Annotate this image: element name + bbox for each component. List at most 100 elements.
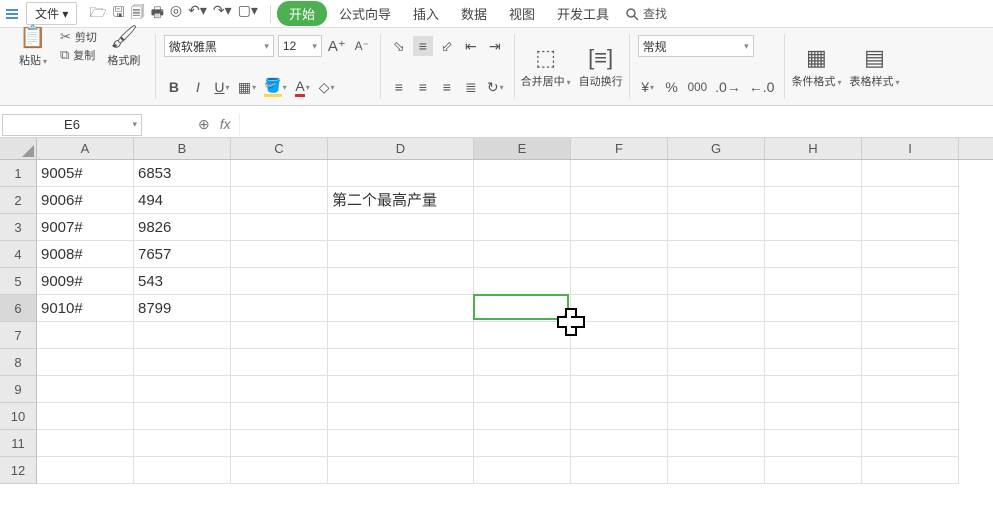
cell-A8[interactable]	[37, 349, 134, 376]
decrease-font-button[interactable]: A⁻	[352, 36, 372, 56]
cell-G1[interactable]	[668, 160, 765, 187]
align-top-button[interactable]: ⬂	[389, 36, 409, 56]
cell-F4[interactable]	[571, 241, 668, 268]
cell-C4[interactable]	[231, 241, 328, 268]
cell-B2[interactable]: 494	[134, 187, 231, 214]
new-icon[interactable]: ▢▾	[238, 2, 258, 26]
cell-D11[interactable]	[328, 430, 474, 457]
column-header-F[interactable]: F	[571, 138, 668, 159]
undo-icon[interactable]: ↶▾	[188, 2, 207, 26]
cell-E1[interactable]	[474, 160, 571, 187]
fill-color-button[interactable]: 🪣▾	[262, 77, 288, 97]
tab-insert[interactable]: 插入	[403, 0, 449, 27]
row-header-1[interactable]: 1	[0, 160, 37, 187]
currency-button[interactable]: ¥▾	[638, 77, 658, 97]
print-icon[interactable]: 🖶	[151, 2, 164, 26]
print-preview-icon[interactable]: ◎	[170, 2, 182, 26]
merge-center-button[interactable]: ⬚ 合并居中▾	[517, 30, 575, 103]
row-header-6[interactable]: 6	[0, 295, 37, 322]
cell-A11[interactable]	[37, 430, 134, 457]
cell-B7[interactable]	[134, 322, 231, 349]
comma-button[interactable]: 000	[686, 77, 709, 97]
align-center-button[interactable]: ≡	[413, 77, 433, 97]
cell-A6[interactable]: 9010#	[37, 295, 134, 322]
cell-C8[interactable]	[231, 349, 328, 376]
format-painter-button[interactable]: 🖌 格式刷	[101, 22, 147, 70]
cell-B5[interactable]: 543	[134, 268, 231, 295]
cell-E7[interactable]	[474, 322, 571, 349]
cell-E4[interactable]	[474, 241, 571, 268]
cell-G6[interactable]	[668, 295, 765, 322]
cell-B10[interactable]	[134, 403, 231, 430]
cell-A12[interactable]	[37, 457, 134, 484]
font-color-button[interactable]: A▾	[293, 77, 313, 97]
cell-H4[interactable]	[765, 241, 862, 268]
row-header-4[interactable]: 4	[0, 241, 37, 268]
cell-D7[interactable]	[328, 322, 474, 349]
tab-view[interactable]: 视图	[499, 0, 545, 27]
cell-G2[interactable]	[668, 187, 765, 214]
cell-B3[interactable]: 9826	[134, 214, 231, 241]
percent-button[interactable]: %	[662, 77, 682, 97]
borders-button[interactable]: ▦▾	[236, 77, 258, 97]
column-header-D[interactable]: D	[328, 138, 474, 159]
cell-C6[interactable]	[231, 295, 328, 322]
cell-H12[interactable]	[765, 457, 862, 484]
cell-I5[interactable]	[862, 268, 959, 295]
column-header-E[interactable]: E	[474, 138, 571, 159]
cell-I3[interactable]	[862, 214, 959, 241]
cell-F10[interactable]	[571, 403, 668, 430]
underline-button[interactable]: U▾	[212, 77, 232, 97]
cell-G11[interactable]	[668, 430, 765, 457]
column-header-C[interactable]: C	[231, 138, 328, 159]
cell-H6[interactable]	[765, 295, 862, 322]
cell-I6[interactable]	[862, 295, 959, 322]
cell-D6[interactable]	[328, 295, 474, 322]
align-right-button[interactable]: ≡	[437, 77, 457, 97]
align-middle-button[interactable]: ≡	[413, 36, 433, 56]
increase-font-button[interactable]: A⁺	[326, 36, 348, 56]
cell-D2[interactable]: 第二个最高产量	[328, 187, 474, 214]
cell-I7[interactable]	[862, 322, 959, 349]
copy-button[interactable]: ⧉复制	[60, 47, 97, 63]
cell-A10[interactable]	[37, 403, 134, 430]
cell-D5[interactable]	[328, 268, 474, 295]
tab-start[interactable]: 开始	[277, 1, 327, 26]
cell-D8[interactable]	[328, 349, 474, 376]
cell-A5[interactable]: 9009#	[37, 268, 134, 295]
row-header-9[interactable]: 9	[0, 376, 37, 403]
cell-F5[interactable]	[571, 268, 668, 295]
cell-I11[interactable]	[862, 430, 959, 457]
cell-E8[interactable]	[474, 349, 571, 376]
zoom-icon[interactable]: ⊕	[198, 116, 210, 133]
cell-C10[interactable]	[231, 403, 328, 430]
cell-G12[interactable]	[668, 457, 765, 484]
row-header-2[interactable]: 2	[0, 187, 37, 214]
cell-A1[interactable]: 9005#	[37, 160, 134, 187]
cell-C2[interactable]	[231, 187, 328, 214]
tab-formula[interactable]: 公式向导	[329, 0, 401, 27]
row-header-12[interactable]: 12	[0, 457, 37, 484]
cell-G8[interactable]	[668, 349, 765, 376]
cut-button[interactable]: ✂剪切	[60, 29, 97, 45]
cell-B9[interactable]	[134, 376, 231, 403]
row-header-5[interactable]: 5	[0, 268, 37, 295]
cell-G5[interactable]	[668, 268, 765, 295]
select-all-corner[interactable]	[0, 138, 37, 159]
italic-button[interactable]: I	[188, 77, 208, 97]
column-header-H[interactable]: H	[765, 138, 862, 159]
cell-H3[interactable]	[765, 214, 862, 241]
cell-C12[interactable]	[231, 457, 328, 484]
paste-button[interactable]: 📋 粘贴▾	[10, 22, 56, 70]
tab-data[interactable]: 数据	[451, 0, 497, 27]
cell-B1[interactable]: 6853	[134, 160, 231, 187]
cell-F6[interactable]	[571, 295, 668, 322]
orientation-button[interactable]: ↻▾	[485, 77, 506, 97]
cell-H11[interactable]	[765, 430, 862, 457]
cell-E5[interactable]	[474, 268, 571, 295]
column-header-G[interactable]: G	[668, 138, 765, 159]
column-header-B[interactable]: B	[134, 138, 231, 159]
cell-F1[interactable]	[571, 160, 668, 187]
cell-C11[interactable]	[231, 430, 328, 457]
row-header-7[interactable]: 7	[0, 322, 37, 349]
